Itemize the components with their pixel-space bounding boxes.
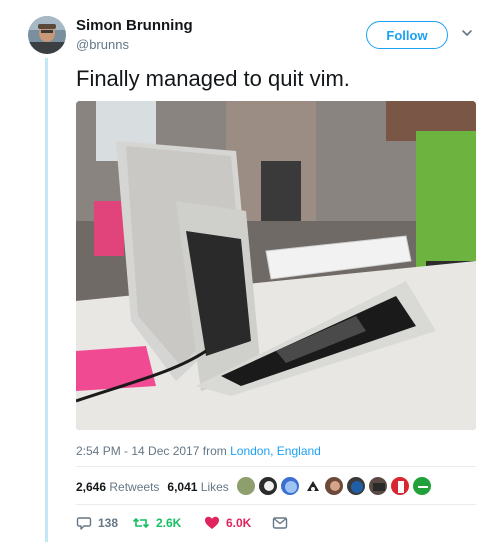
liker-avatar[interactable] (368, 476, 388, 496)
reply-action[interactable]: 138 (76, 515, 118, 531)
retweet-icon (132, 517, 150, 529)
liker-avatar[interactable] (390, 476, 410, 496)
liker-avatar[interactable] (236, 476, 256, 496)
tweet-stats: 2,646 Retweets 6,041 Likes (76, 480, 229, 494)
avatar[interactable] (28, 16, 66, 54)
divider (76, 466, 476, 467)
reply-icon (76, 517, 92, 530)
tweet-photo[interactable] (76, 101, 476, 430)
tweet-location-link[interactable]: London, England (230, 444, 321, 458)
retweets-stat[interactable]: 2,646 Retweets (76, 480, 159, 494)
envelope-icon (272, 517, 288, 529)
author-display-name[interactable]: Simon Brunning (76, 17, 193, 34)
thread-connector-line (45, 58, 48, 542)
retweet-count: 2.6K (156, 516, 182, 530)
retweets-count: 2,646 (76, 480, 107, 494)
likes-label: Likes (200, 480, 229, 494)
like-action[interactable]: 6.0K (204, 515, 251, 531)
like-count: 6.0K (226, 516, 252, 530)
liker-avatar[interactable] (302, 476, 322, 496)
chevron-down-icon[interactable] (460, 26, 474, 40)
retweets-label: Retweets (109, 480, 160, 494)
reply-count: 138 (98, 516, 119, 530)
likes-stat[interactable]: 6,041 Likes (167, 480, 228, 494)
tweet-from-prefix: from (202, 444, 227, 458)
liker-avatar[interactable] (258, 476, 278, 496)
heart-icon (205, 516, 219, 529)
liker-avatar[interactable] (346, 476, 366, 496)
divider (76, 504, 476, 505)
direct-message-action[interactable] (272, 515, 288, 531)
likes-count: 6,041 (167, 480, 198, 494)
liker-avatar[interactable] (280, 476, 300, 496)
retweet-action[interactable]: 2.6K (132, 515, 181, 531)
liker-avatar[interactable] (412, 476, 432, 496)
follow-button[interactable]: Follow (366, 21, 448, 49)
tweet-text: Finally managed to quit vim. (76, 66, 350, 91)
tweet-timestamp: 2:54 PM - 14 Dec 2017 from London, Engla… (76, 444, 321, 458)
author-handle[interactable]: @brunns (76, 37, 129, 52)
tweet-time[interactable]: 2:54 PM - 14 Dec 2017 (76, 444, 199, 458)
liker-avatar[interactable] (324, 476, 344, 496)
